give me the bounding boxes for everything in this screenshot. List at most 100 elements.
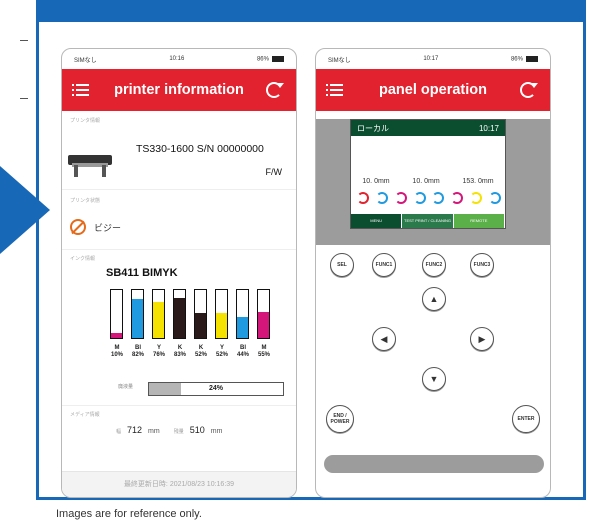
- ink-level-label: M 55%: [257, 345, 270, 358]
- carrier-text: SIMなし: [74, 57, 97, 64]
- ink-level-fill: [258, 311, 269, 338]
- lcd-value: 10. 0mm: [412, 178, 440, 185]
- ink-level-label: Y 76%: [152, 345, 165, 358]
- lcd-value: 10. 0mm: [362, 178, 390, 185]
- ink-level-fill: [237, 316, 248, 338]
- battery-icon: [271, 55, 284, 62]
- up-arrow-button[interactable]: ▲: [422, 287, 446, 311]
- lcd-ink-icon: [375, 192, 388, 204]
- refresh-icon[interactable]: [520, 82, 538, 98]
- sel-button[interactable]: SEL: [330, 253, 354, 277]
- lcd-display: ローカル 10:17 10. 0mm 10. 0mm 153. 0mm MENU TE…: [350, 119, 506, 229]
- menu-icon[interactable]: [326, 84, 343, 96]
- menu-icon[interactable]: [72, 84, 89, 96]
- lcd-time: 10:17: [478, 123, 499, 133]
- ink-level-label: Bl 82%: [131, 345, 144, 358]
- lcd-function-label: REMOTE: [453, 214, 505, 228]
- func1-button[interactable]: FUNC1: [372, 253, 396, 277]
- lcd-ink-icon: [488, 192, 501, 204]
- lcd-ink-status: [357, 192, 501, 206]
- ink-level-fill: [132, 298, 143, 338]
- status-time: 10:17: [423, 56, 439, 62]
- left-arrow-button[interactable]: ◀: [372, 327, 396, 351]
- end-power-button[interactable]: END / POWER: [326, 405, 354, 433]
- side-text-mark: [20, 98, 28, 104]
- last-updated-footer: 最終更新日時: 2021/08/23 10:16:39: [62, 471, 296, 497]
- lcd-header: ローカル 10:17: [351, 120, 505, 136]
- refresh-icon[interactable]: [266, 82, 284, 98]
- lcd-ink-icon: [451, 192, 464, 204]
- ink-level-fill: [174, 298, 185, 338]
- section-label-media: メディア情報: [70, 412, 100, 418]
- app-bar: printer information: [62, 69, 296, 111]
- ink-level-bar: [131, 289, 144, 339]
- divider: [62, 405, 296, 406]
- media-info: 幅 712 mm 残量 510 mm: [116, 425, 222, 435]
- ink-level-bar: [236, 289, 249, 339]
- down-arrow-button[interactable]: ▼: [422, 367, 446, 391]
- product-figure: SIMなし 10:16 86% printer information プリンタ…: [0, 0, 592, 528]
- func2-button[interactable]: FUNC2: [422, 253, 446, 277]
- lcd-ink-icon: [357, 192, 369, 204]
- status-bar: SIMなし 10:16 86%: [62, 49, 296, 69]
- waste-ink-percent: 24%: [208, 385, 223, 392]
- media-width-unit: mm: [148, 428, 160, 435]
- ink-levels: M 10% Bl 82% Y 76% K 83% K 52% Y 52% Bl 44% M 55%: [106, 289, 286, 358]
- caption-text: Images are for reference only.: [56, 508, 202, 520]
- panel-bottom-bar: [324, 455, 544, 473]
- lcd-ink-icon: [432, 192, 445, 204]
- waste-ink-label: 廃液量: [118, 384, 134, 390]
- battery-icon: [525, 55, 538, 62]
- divider: [62, 189, 296, 190]
- phone-panel-operation: SIMなし 10:17 86% panel operation ローカル 10:…: [315, 48, 551, 498]
- ink-level-label: Bl 44%: [236, 345, 249, 358]
- func3-button[interactable]: FUNC3: [470, 253, 494, 277]
- media-length-unit: mm: [210, 428, 223, 435]
- lcd-function-label: MENU: [351, 214, 403, 228]
- lcd-ink-icon: [394, 192, 407, 204]
- ink-level-label: M 10%: [110, 345, 123, 358]
- ink-level-bar: [110, 289, 123, 339]
- frame-header-bar: [39, 0, 583, 22]
- section-label-status: プリンタ状態: [70, 198, 101, 204]
- screen-title: panel operation: [379, 82, 487, 98]
- buzzer-muted-icon: [70, 219, 86, 235]
- ink-level-bar: [257, 289, 270, 339]
- battery-indicator: 86%: [257, 55, 284, 62]
- lcd-function-label: TEST PRINT / CLEANING: [402, 214, 454, 228]
- ink-level-bar: [152, 289, 165, 339]
- divider: [62, 249, 296, 250]
- ink-level-bar: [173, 289, 186, 339]
- ink-level-label: K 83%: [173, 345, 186, 358]
- section-label-ink: インク情報: [70, 256, 96, 262]
- right-arrow-button[interactable]: ▶: [470, 327, 494, 351]
- ink-level-label: K 52%: [194, 345, 207, 358]
- phone-printer-information: SIMなし 10:16 86% printer information プリンタ…: [61, 48, 297, 498]
- media-width-label: 幅: [116, 429, 122, 435]
- lcd-values: 10. 0mm 10. 0mm 153. 0mm: [351, 178, 505, 185]
- ink-level-bar: [194, 289, 207, 339]
- ink-level-label: Y 52%: [215, 345, 228, 358]
- image-frame: SIMなし 10:16 86% printer information プリンタ…: [36, 0, 586, 500]
- ink-level-fill: [195, 313, 206, 338]
- ink-level-fill: [111, 333, 122, 338]
- waste-ink-bar: 24%: [148, 382, 284, 396]
- printer-image: [68, 149, 112, 179]
- printer-model: TS330-1600 S/N 00000000: [136, 143, 264, 155]
- side-text-mark: [20, 40, 28, 46]
- lcd-mode: ローカル: [357, 123, 389, 133]
- status-time: 10:16: [169, 56, 185, 62]
- lcd-ink-icon: [413, 192, 426, 204]
- app-bar: panel operation: [316, 69, 550, 111]
- printer-status-text: ビジー: [94, 223, 122, 233]
- enter-button[interactable]: ENTER: [512, 405, 540, 433]
- battery-indicator: 86%: [511, 55, 538, 62]
- lcd-value: 153. 0mm: [462, 178, 494, 185]
- status-bar: SIMなし 10:17 86%: [316, 49, 550, 69]
- section-label-printer: プリンタ情報: [70, 118, 101, 124]
- ink-level-fill: [153, 301, 164, 338]
- printer-firmware: F/W: [265, 167, 283, 177]
- lcd-ink-icon: [470, 192, 483, 204]
- ink-level-bar: [215, 289, 228, 339]
- carrier-text: SIMなし: [328, 57, 351, 64]
